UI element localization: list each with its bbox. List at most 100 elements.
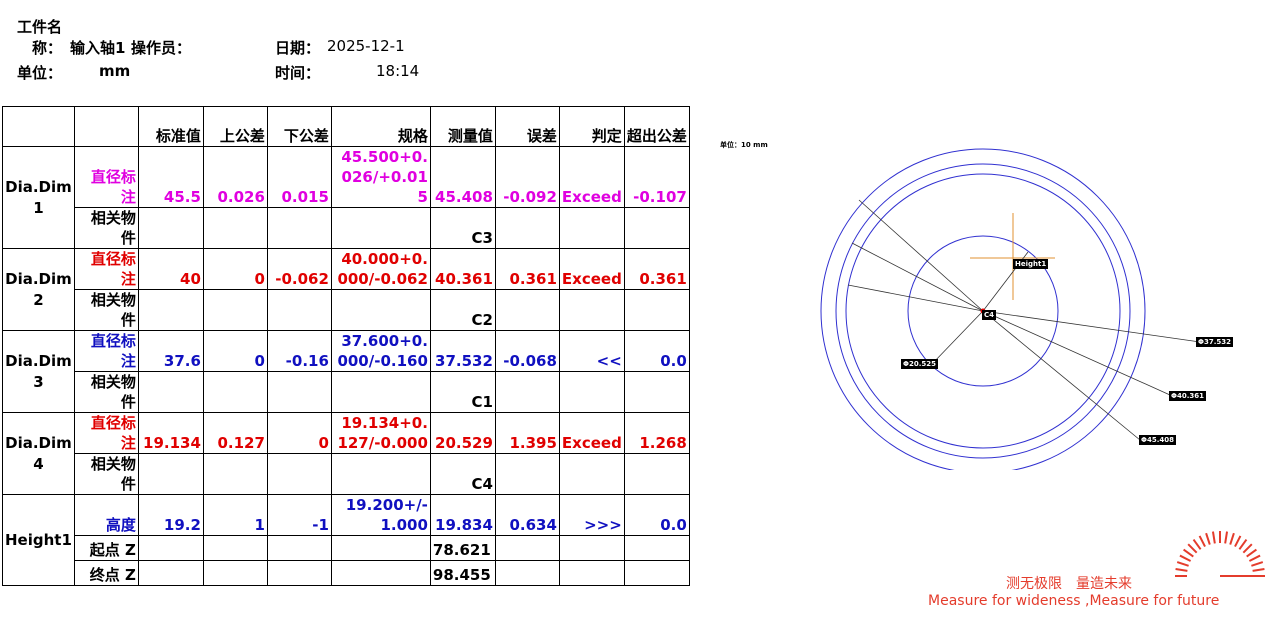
std-value: 37.6 [137, 330, 204, 372]
header-cell: 误差 [494, 106, 560, 147]
cell [623, 453, 690, 495]
lower-tol: 0 [266, 412, 332, 454]
related-row: 相关物件 C2 [3, 289, 690, 331]
header-cell: 超出公差 [623, 106, 690, 147]
dim-tag-20: Φ20.525 [901, 359, 938, 369]
exceed: 1.268 [623, 412, 690, 454]
cell [266, 535, 332, 561]
time-value: 18:14 [376, 62, 420, 80]
dimension-row: Dia.Dim1 直径标注 45.5 0.026 0.015 45.500+0.026/+… [2, 146, 690, 249]
cell [494, 371, 560, 413]
feature-label: 直径标注 [73, 412, 139, 454]
cell [623, 560, 690, 586]
measured: 19.834 [429, 494, 496, 536]
error: 1.395 [494, 412, 560, 454]
error: -0.092 [494, 146, 560, 208]
cell [266, 560, 332, 586]
gauge-tick [1234, 535, 1242, 548]
cell [558, 453, 625, 495]
feature-label: 高度 [73, 494, 139, 536]
upper-tol: 0 [202, 330, 268, 372]
feature-name: Height1 [2, 494, 75, 586]
start-row: 起点 Z 78.621 [3, 535, 690, 561]
cell [330, 289, 431, 331]
feature-name: Dia.Dim1 [2, 146, 75, 249]
feature-label: 直径标注 [73, 330, 139, 372]
upper-tol: 0.127 [202, 412, 268, 454]
cell [202, 207, 268, 249]
measured: 45.408 [429, 146, 496, 208]
operator-label: 操作员： [131, 39, 192, 57]
cell [623, 207, 690, 249]
feature-label: 直径标注 [73, 248, 139, 290]
report-table: 标准值 上公差 下公差 规格 测量值 误差 判定 超出公差 Dia.Dim1 直径… [2, 106, 690, 586]
dim-tag-40: Φ40.361 [1169, 391, 1206, 401]
related-row: 相关物件 C3 [3, 207, 690, 249]
spec: 45.500+0.026/+0.015 [330, 146, 431, 208]
related-row: 相关物件 C4 [3, 453, 690, 495]
gauge-tick [1211, 531, 1216, 544]
related-value: C4 [429, 453, 496, 495]
header-cell: 标准值 [137, 106, 204, 147]
error: -0.068 [494, 330, 560, 372]
cell [494, 453, 560, 495]
related-value: C2 [429, 289, 496, 331]
cell [330, 535, 431, 561]
lower-tol: -0.16 [266, 330, 332, 372]
dim-tag-45: Φ45.408 [1139, 435, 1176, 445]
std-value: 40 [137, 248, 204, 290]
leader-line [982, 310, 1171, 396]
lower-tol: 0.015 [266, 146, 332, 208]
cell [623, 289, 690, 331]
part-name-label-2: 称： [32, 39, 63, 57]
cell [558, 289, 625, 331]
cell [623, 535, 690, 561]
header-cell: 上公差 [202, 106, 268, 147]
cell [202, 289, 268, 331]
upper-tol: 0 [202, 248, 268, 290]
gauge-tick [1179, 554, 1192, 562]
end-value: 98.455 [429, 560, 496, 586]
gauge-tick [1238, 539, 1248, 550]
part-name-value: 输入轴1 [70, 39, 126, 57]
gauge-tick [1242, 543, 1253, 554]
leader-line [847, 284, 984, 312]
cell [202, 453, 268, 495]
center-tag: C4 [982, 310, 997, 320]
end-label: 终点 Z [73, 560, 139, 586]
cell [137, 560, 204, 586]
height-tag: Height1 [1013, 259, 1049, 269]
cell [558, 535, 625, 561]
related-label: 相关物件 [73, 453, 139, 495]
cell [623, 371, 690, 413]
dimension-row: Dia.Dim4 直径标注 19.134 0.127 0 19.134+0.127/-0.… [2, 412, 690, 495]
feature-name: Dia.Dim3 [2, 330, 75, 413]
judge: Exceed [558, 248, 625, 290]
start-value: 78.621 [429, 535, 496, 561]
spec: 19.200+/-1.000 [330, 494, 431, 536]
gauge-tick [1229, 532, 1235, 545]
header-row: 标准值 上公差 下公差 规格 测量值 误差 判定 超出公差 [2, 106, 690, 147]
related-row: 相关物件 C1 [3, 371, 690, 413]
gauge-tick [1187, 543, 1198, 554]
judge: >>> [558, 494, 625, 536]
cell [266, 371, 332, 413]
feature-name: Dia.Dim2 [2, 248, 75, 331]
cell [137, 453, 204, 495]
cell [137, 371, 204, 413]
gauge-tick [1252, 567, 1265, 572]
related-label: 相关物件 [73, 289, 139, 331]
gauge-tick [1175, 567, 1188, 572]
lower-tol: -0.062 [266, 248, 332, 290]
judge: Exceed [558, 412, 625, 454]
unit-label: 单位： [17, 64, 63, 82]
cell [330, 453, 431, 495]
part-drawing [820, 148, 1201, 470]
header-cell: 规格 [330, 106, 431, 147]
cell [266, 289, 332, 331]
spec: 40.000+0.000/-0.062 [330, 248, 431, 290]
cell [137, 207, 204, 249]
cell [202, 560, 268, 586]
cell [330, 207, 431, 249]
cell [558, 371, 625, 413]
